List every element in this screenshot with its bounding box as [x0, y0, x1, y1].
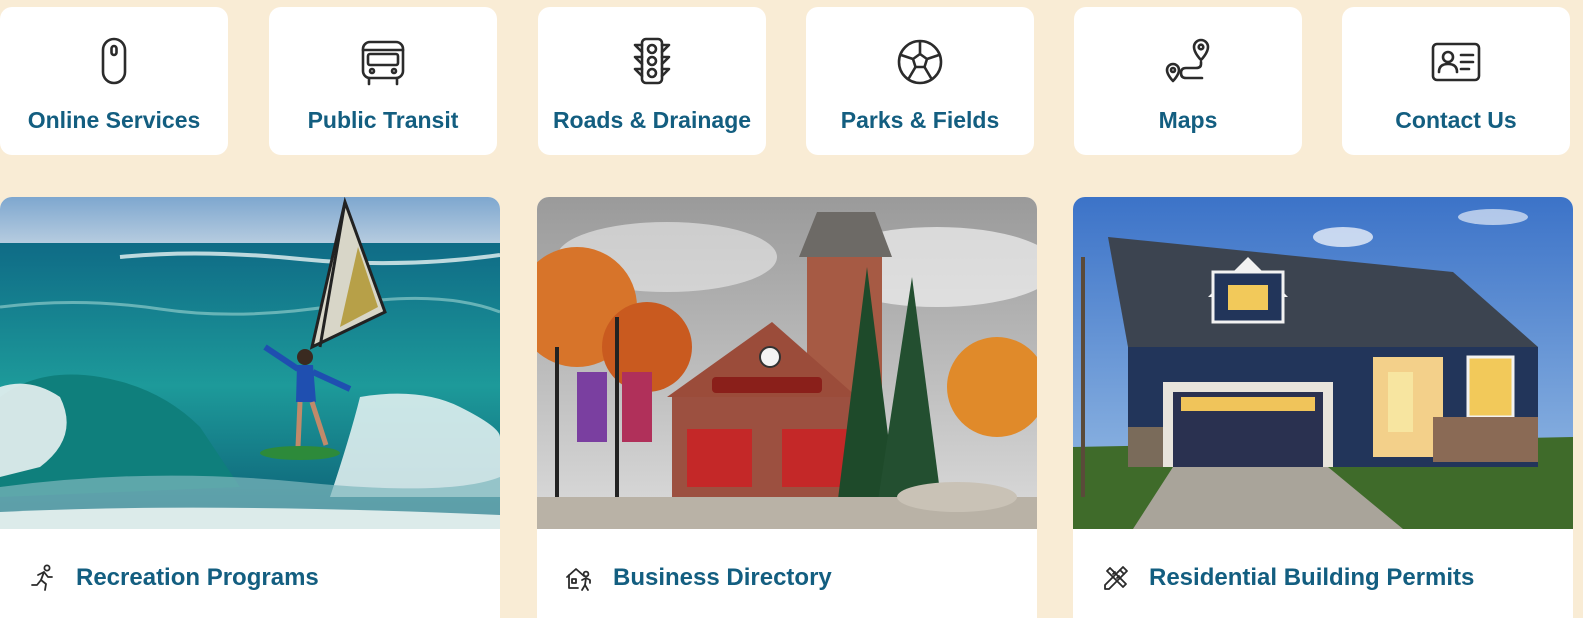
quick-link-parks-fields[interactable]: Parks & Fields — [806, 7, 1034, 155]
quick-link-label: Contact Us — [1395, 107, 1517, 133]
quick-link-label: Online Services — [27, 107, 201, 133]
contact-card-icon — [1430, 36, 1482, 88]
quick-link-label: Roads & Drainage — [552, 107, 752, 133]
traffic-light-icon — [626, 36, 678, 88]
quick-link-label: Maps — [1158, 107, 1218, 133]
village-fire-hall-photo — [537, 197, 1037, 529]
mouse-icon — [88, 36, 140, 88]
feature-card-business-directory[interactable]: Business Directory — [537, 197, 1037, 618]
quick-link-label: Public Transit — [307, 107, 459, 133]
quick-link-online-services[interactable]: Online Services — [0, 7, 228, 155]
pencil-ruler-icon — [1101, 563, 1131, 593]
feature-card-label: Business Directory — [613, 563, 832, 591]
quick-link-roads-drainage[interactable]: Roads & Drainage — [538, 7, 766, 155]
quick-link-public-transit[interactable]: Public Transit — [269, 7, 497, 155]
quick-link-label: Parks & Fields — [840, 107, 1000, 133]
soccer-ball-icon — [894, 36, 946, 88]
feature-card-label: Residential Building Permits — [1149, 563, 1475, 591]
house-photo — [1073, 197, 1573, 529]
running-person-icon — [28, 563, 58, 593]
feature-card-recreation-programs[interactable]: Recreation Programs — [0, 197, 500, 618]
windsurfer-photo — [0, 197, 500, 529]
quick-link-contact-us[interactable]: Contact Us — [1342, 7, 1570, 155]
route-map-icon — [1162, 36, 1214, 88]
business-person-icon — [565, 563, 595, 593]
feature-card-label: Recreation Programs — [76, 563, 319, 591]
feature-card-residential-building-permits[interactable]: Residential Building Permits — [1073, 197, 1573, 618]
bus-icon — [357, 36, 409, 88]
quick-link-maps[interactable]: Maps — [1074, 7, 1302, 155]
